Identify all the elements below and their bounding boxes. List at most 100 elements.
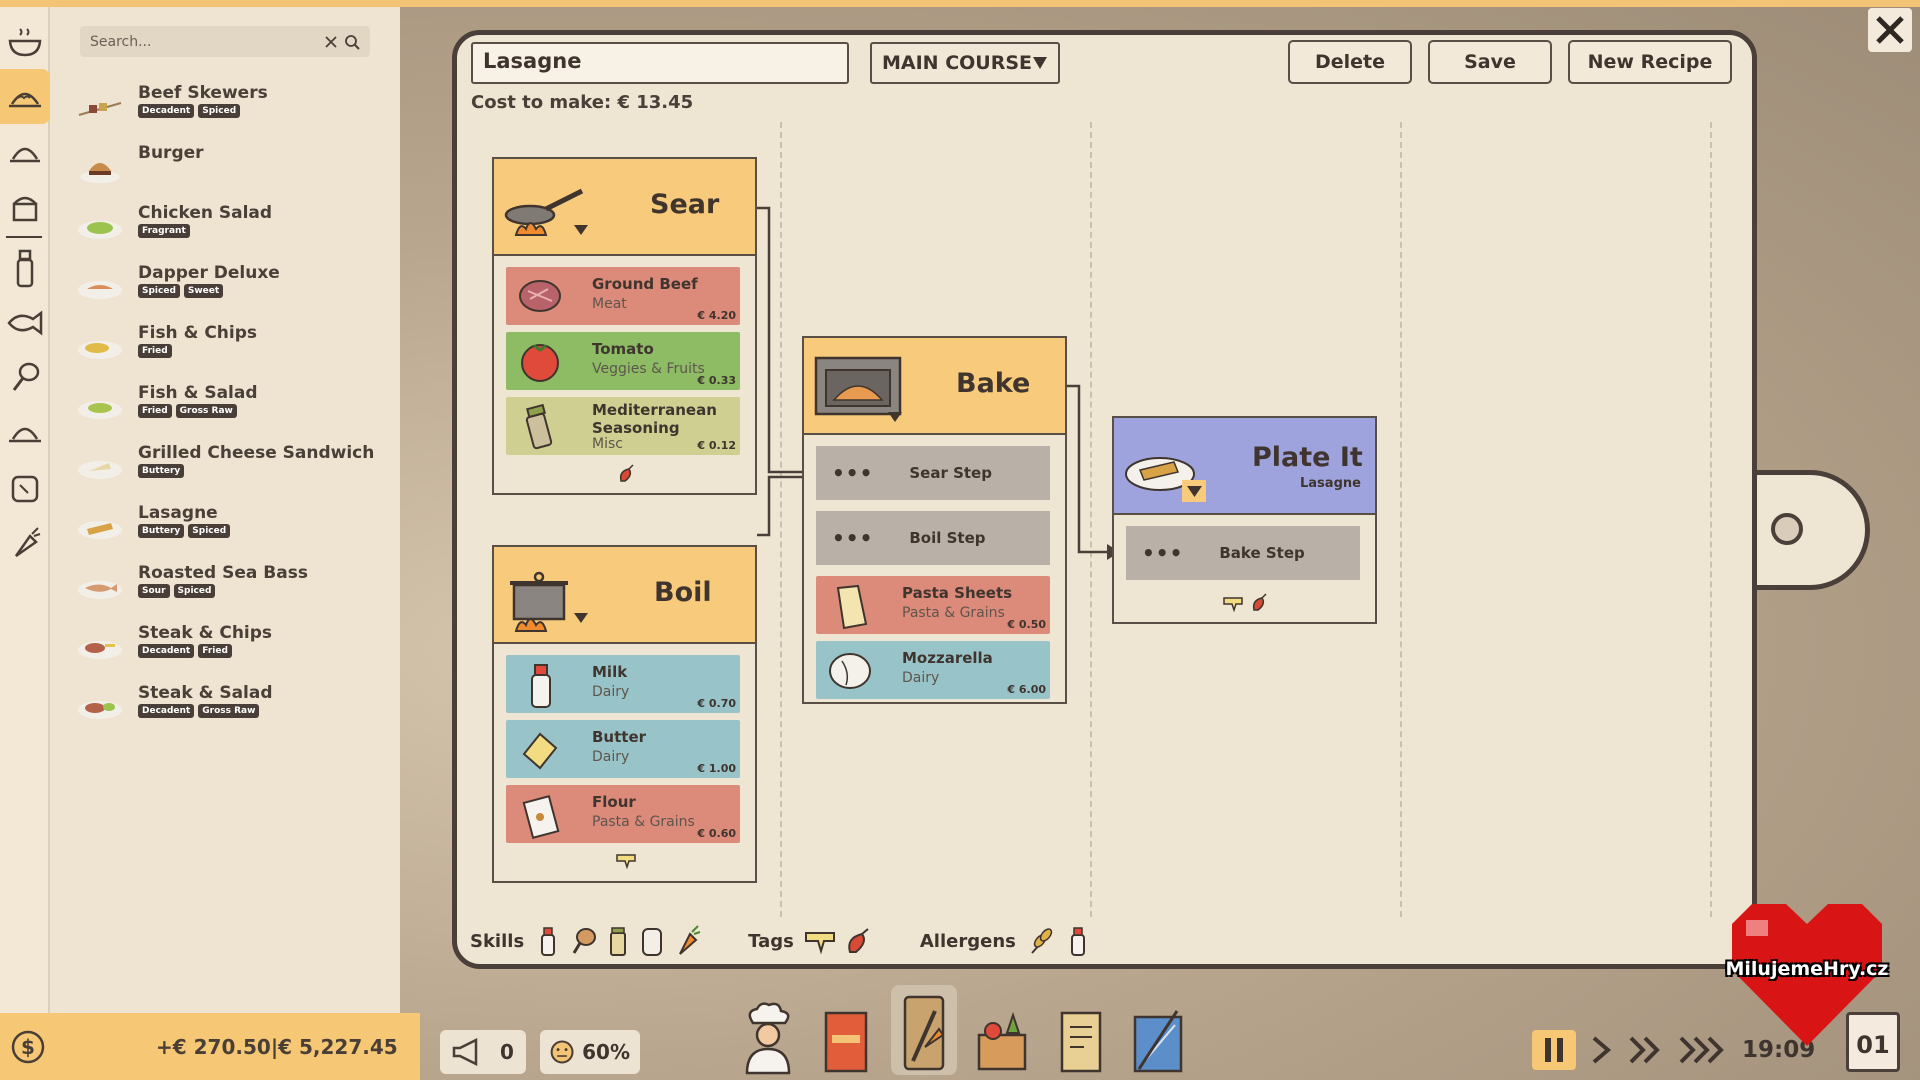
close-icon [1876, 16, 1904, 44]
recipe-item-steak-chips[interactable]: Steak & Chips Decadent Fried [70, 619, 390, 679]
recipe-name: Steak & Chips [138, 623, 273, 643]
recipe-tag: Buttery [138, 524, 185, 538]
step-reference[interactable]: ••• Bake Step [1126, 526, 1360, 580]
bread-icon [11, 475, 39, 502]
menu-button[interactable] [813, 985, 879, 1075]
category-dessert[interactable] [0, 179, 50, 234]
search-icon[interactable] [344, 34, 360, 50]
close-button[interactable] [1868, 8, 1912, 52]
category-soup[interactable] [0, 7, 50, 69]
step-plate-it[interactable]: Plate It Lasagne ••• Bake Step [1112, 416, 1377, 624]
dollar-coin-icon[interactable]: $ [10, 1029, 46, 1065]
play-icon[interactable] [1590, 1035, 1614, 1065]
recipe-name: Steak & Salad [138, 683, 273, 703]
staff-button[interactable] [735, 985, 801, 1075]
category-meat[interactable] [0, 350, 50, 405]
ingredient-card[interactable]: Milk Dairy € 0.70 [506, 655, 740, 713]
recipe-item-chicken-salad[interactable]: Chicken Salad Fragrant [70, 199, 390, 259]
recipe-tag: Gross Raw [198, 704, 260, 718]
ingredient-card[interactable]: Ground Beef Meat € 4.20 [506, 267, 740, 325]
recipe-item-roasted-sea-bass[interactable]: Roasted Sea Bass Sour Spiced [70, 559, 390, 619]
recipe-tag: Spiced [198, 104, 241, 118]
more-dots-icon: ••• [832, 526, 874, 550]
mozzarella-icon [829, 653, 871, 689]
marketing-counter[interactable]: 0 [440, 1030, 526, 1074]
ingredient-name: Pasta Sheets [902, 584, 1013, 602]
step-reference[interactable]: ••• Boil Step [816, 511, 1050, 565]
ingredient-card[interactable]: Butter Dairy € 1.00 [506, 720, 740, 778]
pause-icon[interactable] [1532, 1030, 1576, 1070]
ingredient-name: Ground Beef [592, 275, 698, 293]
watermark-text: MilujemeHry.cz [1725, 958, 1889, 980]
face-icon [550, 1040, 574, 1064]
recipe-tag: Fried [138, 344, 172, 358]
ingredient-name: Milk [592, 663, 628, 681]
recipe-item-fish-salad[interactable]: Fish & Salad Fried Gross Raw [70, 379, 390, 439]
recipe-item-dapper-deluxe[interactable]: Dapper Deluxe Spiced Sweet [70, 259, 390, 319]
save-button[interactable]: Save [1428, 40, 1552, 84]
search-input[interactable]: Search... [90, 34, 324, 50]
skewer-icon [78, 102, 122, 116]
category-veg[interactable] [0, 515, 50, 570]
step-sear[interactable]: Sear Ground Beef Meat € 4.20 Tomato Vegg… [492, 157, 757, 495]
buttery-tag-icon [804, 932, 835, 955]
category-dairy[interactable] [0, 240, 50, 295]
step-boil[interactable]: Boil Milk Dairy € 0.70 Butter Dairy € 1.… [492, 545, 757, 883]
board-handle-hole [1771, 513, 1803, 545]
hud-toolbar [735, 985, 1191, 1075]
new-recipe-button[interactable]: New Recipe [1568, 40, 1732, 84]
category-rice[interactable] [0, 405, 50, 460]
main-dish-icon [9, 92, 41, 107]
fast-forward-icon[interactable] [1628, 1035, 1664, 1065]
ingredient-card[interactable]: Flour Pasta & Grains € 0.60 [506, 785, 740, 843]
step-reference[interactable]: ••• Sear Step [816, 446, 1050, 500]
milk-bottle-icon [531, 664, 551, 708]
more-dots-icon: ••• [832, 461, 874, 485]
recipe-item-steak-salad[interactable]: Steak & Salad Decadent Gross Raw [70, 679, 390, 739]
notebook-icon [1060, 1011, 1102, 1073]
ingredient-price: € 0.50 [1007, 618, 1046, 631]
recipe-item-burger[interactable]: Burger [70, 139, 390, 199]
ingredient-price: € 0.70 [697, 697, 736, 710]
spiced-tag-icon [1252, 593, 1267, 611]
marketing-value: 0 [500, 1040, 514, 1064]
satisfaction-meter[interactable]: 60% [540, 1030, 640, 1074]
step-title: Boil [654, 577, 712, 608]
ingredient-category: Pasta & Grains [902, 605, 1005, 621]
recipe-tag: Fried [138, 404, 172, 418]
recipe-item-lasagne[interactable]: Lasagne Buttery Spiced [70, 499, 390, 559]
fish-salad-icon [78, 401, 122, 419]
notebook-button[interactable] [1047, 985, 1113, 1075]
category-cloche[interactable] [0, 124, 50, 179]
recipes-button[interactable] [891, 985, 957, 1075]
recipe-tag: Spiced [138, 284, 180, 298]
recipe-item-grilled-cheese[interactable]: Grilled Cheese Sandwich Buttery [70, 439, 390, 499]
ingredient-price: € 0.12 [697, 439, 736, 452]
ingredient-card[interactable]: Mozzarella Dairy € 6.00 [816, 641, 1050, 699]
recipe-item-beef-skewers[interactable]: Beef Skewers Decadent Spiced [70, 79, 390, 139]
frying-pan-icon [504, 188, 588, 236]
ingredient-card[interactable]: Mediterranean Seasoning Misc € 0.12 [506, 397, 740, 455]
build-button[interactable] [1125, 985, 1191, 1075]
ingredients-button[interactable] [969, 985, 1035, 1075]
category-main[interactable] [0, 69, 50, 124]
seasoning-jar-icon [525, 403, 553, 450]
category-fish[interactable] [0, 295, 50, 350]
search-box[interactable]: Search... [80, 26, 370, 57]
recipe-name-input[interactable]: Lasagne [471, 42, 849, 84]
step-bake[interactable]: Bake ••• Sear Step ••• Boil Step Pasta S… [802, 336, 1067, 704]
step-header: Boil [494, 547, 755, 644]
recipe-item-fish-chips[interactable]: Fish & Chips Fried [70, 319, 390, 379]
clear-icon[interactable] [324, 35, 338, 49]
recipe-name: Dapper Deluxe [138, 263, 280, 283]
recipe-tag: Decadent [138, 104, 195, 118]
pasta-sheets-icon [836, 584, 868, 630]
course-select[interactable]: MAIN COURSE [870, 42, 1060, 84]
fastest-forward-icon[interactable] [1678, 1035, 1728, 1065]
butter-icon [522, 732, 558, 770]
step-title: Plate It [1252, 442, 1363, 473]
delete-button[interactable]: Delete [1288, 40, 1412, 84]
ingredient-card[interactable]: Pasta Sheets Pasta & Grains € 0.50 [816, 576, 1050, 634]
category-bread[interactable] [0, 460, 50, 515]
ingredient-card[interactable]: Tomato Veggies & Fruits € 0.33 [506, 332, 740, 390]
